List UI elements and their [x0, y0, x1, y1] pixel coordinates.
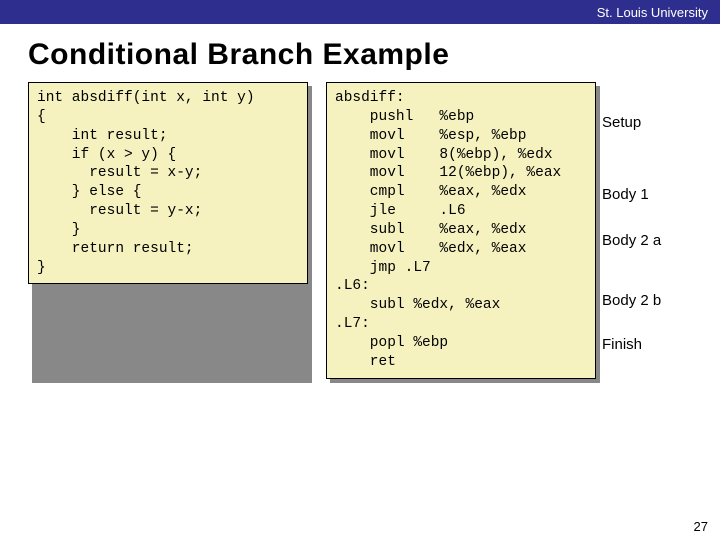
label-setup: Setup: [602, 114, 641, 131]
asm-code-box: absdiff: pushl %ebp movl %esp, %ebp movl…: [326, 82, 596, 379]
asm-code-wrap: absdiff: pushl %ebp movl %esp, %ebp movl…: [326, 82, 596, 379]
header-bar: St. Louis University: [0, 0, 720, 24]
asm-column: absdiff: pushl %ebp movl %esp, %ebp movl…: [326, 82, 688, 379]
page-number: 27: [694, 519, 708, 534]
content-row: int absdiff(int x, int y) { int result; …: [0, 82, 720, 379]
c-code-box: int absdiff(int x, int y) { int result; …: [28, 82, 308, 284]
org-name: St. Louis University: [597, 5, 708, 20]
label-body1: Body 1: [602, 186, 649, 203]
label-body2b: Body 2 b: [602, 292, 661, 309]
label-body2a: Body 2 a: [602, 232, 661, 249]
asm-labels: } Setup } Body 1 } Body 2 a } Body 2 b }…: [596, 82, 688, 379]
page-title: Conditional Branch Example: [0, 24, 720, 82]
c-code-wrap: int absdiff(int x, int y) { int result; …: [28, 82, 308, 379]
label-finish: Finish: [602, 336, 642, 353]
